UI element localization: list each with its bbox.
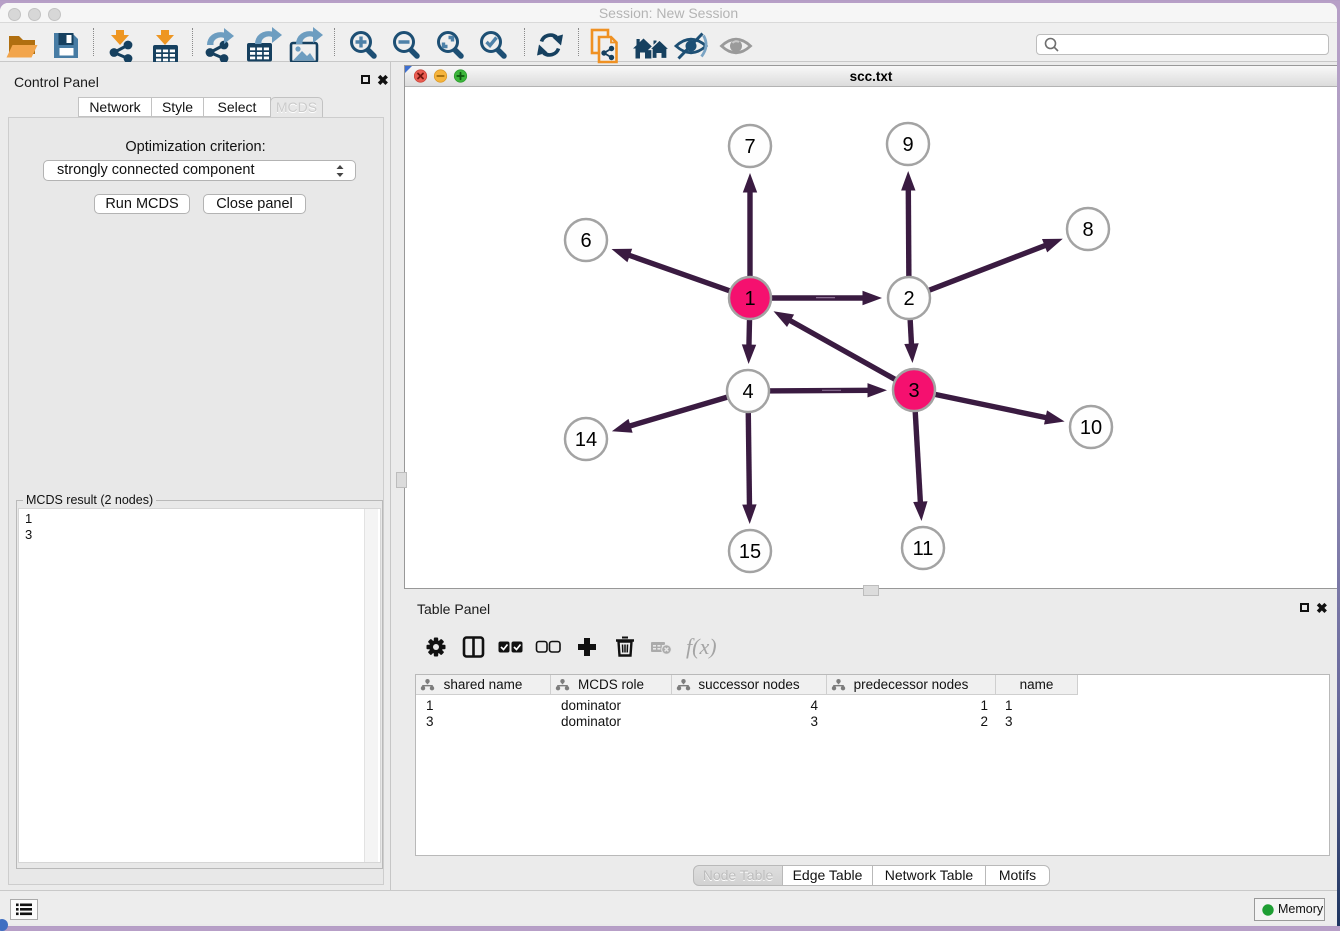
svg-text:4: 4: [742, 381, 753, 403]
svg-text:8: 8: [1082, 219, 1093, 241]
svg-text:11: 11: [913, 538, 934, 560]
svg-text:f(x): f(x): [686, 634, 717, 659]
svg-text:2: 2: [903, 288, 914, 310]
svg-text:6: 6: [580, 230, 591, 252]
svg-text:15: 15: [739, 541, 761, 563]
svg-text:9: 9: [902, 134, 913, 156]
svg-text:7: 7: [744, 136, 755, 158]
svg-text:10: 10: [1080, 417, 1102, 439]
svg-text:1: 1: [744, 288, 755, 310]
svg-text:14: 14: [575, 429, 597, 451]
svg-text:3: 3: [908, 380, 919, 402]
